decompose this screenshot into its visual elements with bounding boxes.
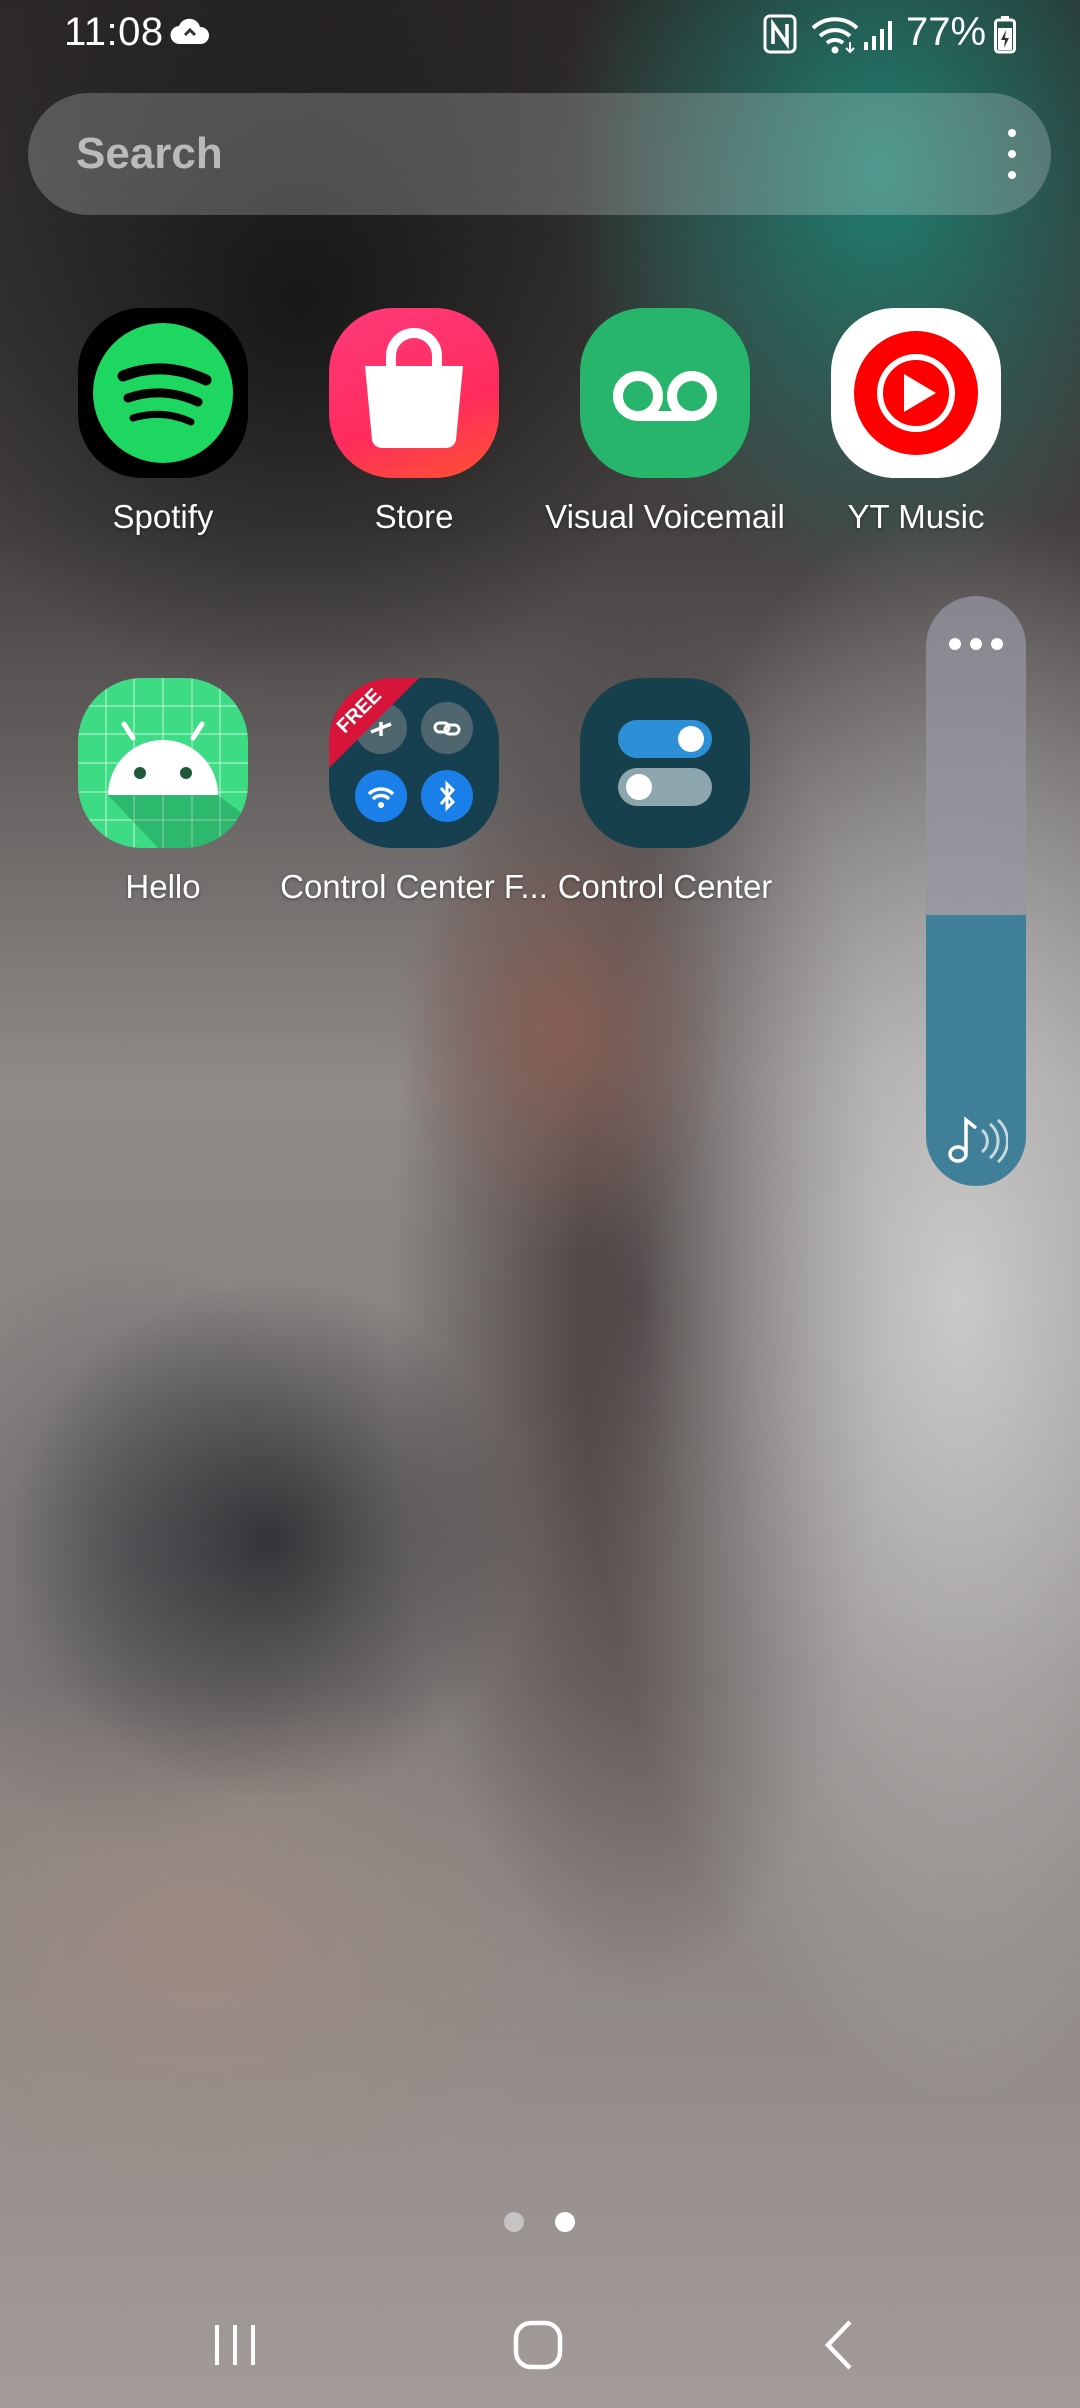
app-label: YT Music <box>847 498 985 535</box>
more-horizontal-icon[interactable] <box>949 638 1005 652</box>
status-time: 11:08 <box>64 10 164 54</box>
voicemail-icon <box>580 308 750 478</box>
back-icon[interactable] <box>800 2310 880 2380</box>
control-center-free-icon: FREE <box>329 678 499 848</box>
app-spotify[interactable]: Spotify <box>38 308 288 548</box>
app-label: Control Center F... <box>280 868 548 905</box>
recents-icon[interactable] <box>195 2310 275 2380</box>
spotify-icon <box>78 308 248 478</box>
page-dot-1[interactable] <box>504 2212 524 2232</box>
yt-music-icon <box>831 308 1001 478</box>
page-dot-2[interactable] <box>555 2212 575 2232</box>
home-icon[interactable] <box>498 2310 578 2380</box>
more-vertical-icon[interactable] <box>993 123 1029 185</box>
battery-percent: 77% <box>906 10 987 54</box>
volume-panel[interactable] <box>926 596 1026 1186</box>
status-bar: 11:08 77% <box>0 0 1080 70</box>
app-hello[interactable]: Hello <box>38 678 288 918</box>
app-label: Hello <box>125 868 201 905</box>
cloud-sync-icon <box>170 18 210 45</box>
search-placeholder: Search <box>76 129 223 178</box>
signal-icon <box>864 21 892 50</box>
app-yt-music[interactable]: YT Music <box>791 308 1041 548</box>
music-note-icon[interactable] <box>946 1112 1008 1166</box>
wifi-icon <box>811 17 859 54</box>
app-label: Spotify <box>112 498 214 535</box>
app-label: Store <box>374 498 454 535</box>
app-store[interactable]: Store <box>289 308 539 548</box>
android-icon <box>78 678 248 848</box>
app-label: Visual Voicemail <box>545 498 785 535</box>
toggle-switches-icon <box>580 678 750 848</box>
app-visual-voicemail[interactable]: Visual Voicemail <box>540 308 790 548</box>
store-bag-icon <box>329 308 499 478</box>
app-control-center-free[interactable]: FREE Control Center F... <box>280 678 548 918</box>
battery-charging-icon <box>994 16 1016 54</box>
app-control-center[interactable]: Control Center <box>540 678 790 918</box>
search-bar[interactable]: Search <box>28 93 1051 215</box>
app-label: Control Center <box>557 868 773 905</box>
nfc-icon <box>763 14 797 54</box>
